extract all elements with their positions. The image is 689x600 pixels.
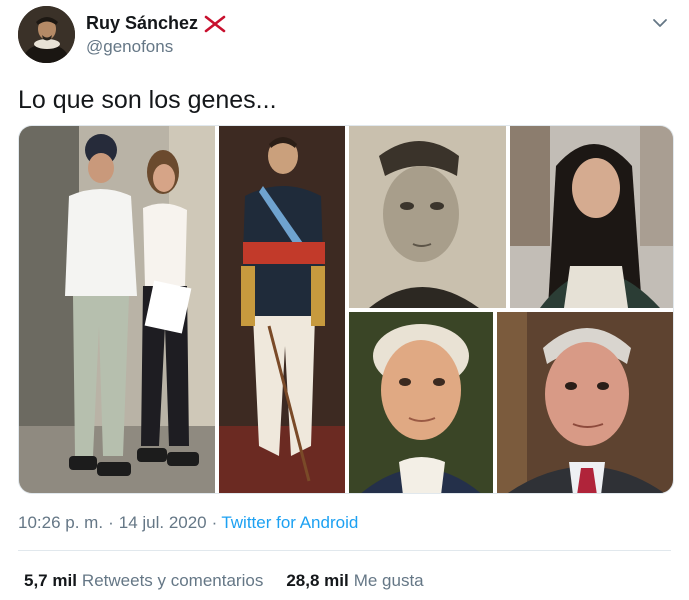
tweet-stats: 5,7 mil Retweets y comentarios 28,8 mil … [24, 571, 424, 591]
photo-young-woman[interactable] [510, 126, 673, 308]
retweets-label[interactable]: Retweets y comentarios [82, 571, 263, 591]
retweets-count[interactable]: 5,7 mil [24, 571, 77, 591]
tweet-source-link[interactable]: Twitter for Android [221, 513, 358, 533]
photo-older-man[interactable] [497, 312, 673, 493]
tweet-meta: 10:26 p. m. · 14 jul. 2020 · Twitter for… [18, 513, 358, 533]
likes-count[interactable]: 28,8 mil [286, 571, 348, 591]
chevron-down-icon[interactable] [651, 14, 669, 32]
tweet-header: Ruy Sánchez @genofons [18, 6, 675, 64]
tweet-text: Lo que son los genes... [18, 86, 277, 114]
avatar[interactable] [18, 6, 75, 63]
media-grid[interactable] [18, 125, 674, 494]
author-handle[interactable]: @genofons [86, 37, 173, 57]
author-name-row: Ruy Sánchez [86, 13, 226, 34]
photo-couple[interactable] [19, 126, 215, 493]
divider [18, 550, 671, 551]
likes-label[interactable]: Me gusta [354, 571, 424, 591]
tweet-date[interactable]: 14 jul. 2020 [119, 513, 207, 533]
photo-sepia-portrait[interactable] [349, 126, 506, 308]
photo-king-painting[interactable] [349, 312, 493, 493]
photo-royal-painting[interactable] [219, 126, 345, 493]
meta-separator: · [211, 513, 218, 532]
author-name[interactable]: Ruy Sánchez [86, 13, 198, 34]
saltire-flag-icon [204, 15, 226, 33]
meta-separator: · [108, 513, 114, 532]
tweet-time[interactable]: 10:26 p. m. [18, 513, 103, 533]
